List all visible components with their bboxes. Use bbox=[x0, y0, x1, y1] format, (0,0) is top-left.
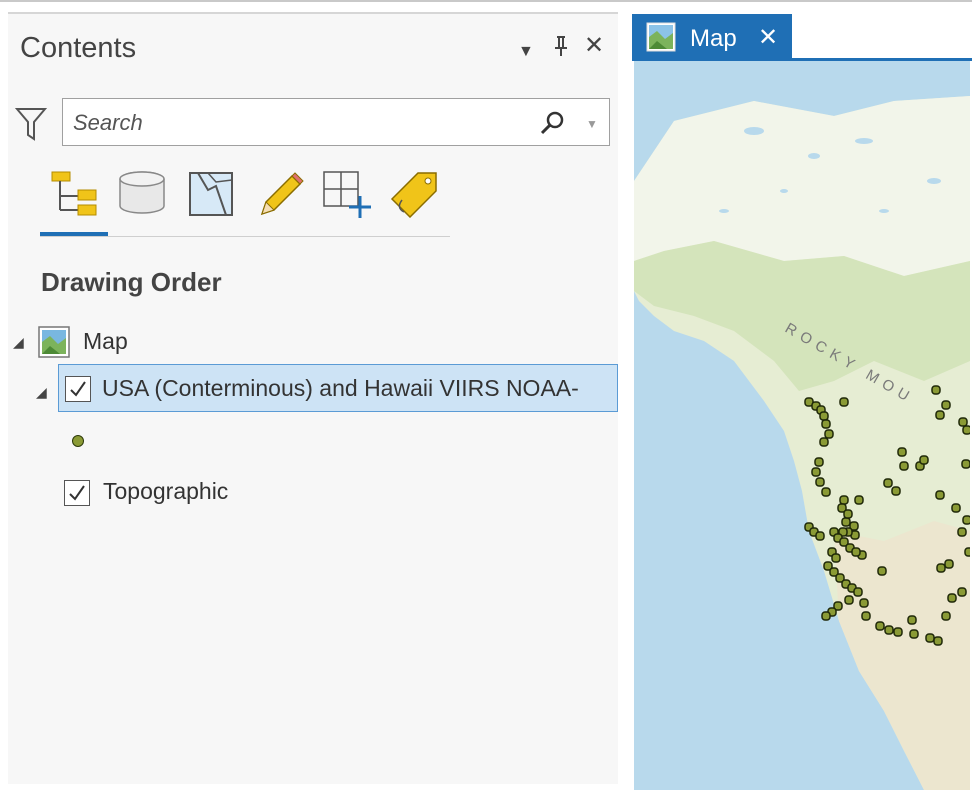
viirs-point bbox=[933, 636, 943, 646]
viirs-point bbox=[814, 457, 824, 467]
pencil-icon bbox=[260, 172, 304, 216]
viirs-point bbox=[947, 593, 957, 603]
drawing-order-icon bbox=[51, 171, 97, 216]
viirs-point bbox=[957, 527, 967, 537]
viirs-point bbox=[815, 531, 825, 541]
viirs-point bbox=[962, 515, 970, 525]
viirs-point bbox=[821, 611, 831, 621]
selection-icon bbox=[189, 172, 233, 216]
viirs-point bbox=[819, 437, 829, 447]
point-symbol-swatch bbox=[72, 435, 84, 447]
viirs-point bbox=[841, 517, 851, 527]
list-by-snapping-button[interactable] bbox=[322, 170, 378, 218]
layer-label-usa-viirs: USA (Conterminous) and Hawaii VIIRS NOAA… bbox=[102, 375, 579, 401]
layer-label-topographic[interactable]: Topographic bbox=[103, 478, 228, 505]
viirs-point bbox=[883, 478, 893, 488]
viirs-point bbox=[891, 486, 901, 496]
viirs-point bbox=[909, 629, 919, 639]
viirs-point bbox=[831, 553, 841, 563]
viirs-point bbox=[936, 563, 946, 573]
viirs-point bbox=[859, 598, 869, 608]
viirs-point bbox=[875, 621, 885, 631]
collapse-map-toggle[interactable]: ◢ bbox=[13, 334, 24, 351]
view-toolbar-divider bbox=[40, 236, 450, 237]
viirs-point bbox=[935, 410, 945, 420]
viirs-point bbox=[839, 397, 849, 407]
viirs-point bbox=[958, 417, 968, 427]
section-title-drawing-order: Drawing Order bbox=[41, 267, 222, 297]
viirs-point bbox=[899, 461, 909, 471]
search-input[interactable] bbox=[71, 107, 525, 139]
layer-topographic-visibility-checkbox[interactable] bbox=[64, 480, 90, 506]
map-tab-icon bbox=[646, 22, 676, 52]
lake bbox=[927, 178, 941, 184]
list-by-selection-button[interactable] bbox=[186, 170, 242, 218]
viirs-point bbox=[844, 595, 854, 605]
pane-options-dropdown-icon[interactable]: ▼ bbox=[518, 40, 534, 64]
snapping-icon bbox=[323, 171, 371, 218]
viirs-point bbox=[907, 615, 917, 625]
window-top-border bbox=[0, 0, 972, 2]
list-by-editing-button[interactable] bbox=[254, 170, 310, 218]
viirs-point bbox=[957, 587, 967, 597]
viirs-point bbox=[853, 587, 863, 597]
viirs-point bbox=[821, 419, 831, 429]
lake bbox=[855, 138, 873, 144]
viirs-point bbox=[897, 447, 907, 457]
search-options-chevron-icon[interactable]: ▼ bbox=[586, 117, 598, 131]
viirs-point bbox=[884, 625, 894, 635]
label-tag-icon bbox=[390, 172, 437, 219]
viirs-point bbox=[919, 455, 929, 465]
tree-item-map[interactable]: Map bbox=[83, 328, 128, 355]
list-by-data-source-button[interactable] bbox=[114, 170, 170, 218]
layer-usa-visibility-checkbox[interactable] bbox=[65, 376, 91, 402]
viirs-point bbox=[854, 495, 864, 505]
viirs-point bbox=[861, 611, 871, 621]
viirs-point bbox=[925, 633, 935, 643]
filter-icon[interactable] bbox=[14, 107, 48, 146]
viirs-point bbox=[851, 547, 861, 557]
contents-pane: Contents ▼ ✕ ▼ bbox=[8, 12, 618, 784]
close-pane-icon[interactable]: ✕ bbox=[584, 34, 604, 58]
map-icon bbox=[38, 326, 70, 358]
viirs-point bbox=[893, 627, 903, 637]
lake bbox=[879, 209, 889, 213]
map-pane: Map ✕ ROCKY MOU bbox=[632, 12, 972, 790]
map-tab-close-icon[interactable]: ✕ bbox=[758, 23, 778, 52]
map-tab-label: Map bbox=[690, 25, 737, 52]
list-by-drawing-order-button[interactable] bbox=[46, 170, 102, 218]
map-canvas[interactable]: ROCKY MOU bbox=[634, 61, 970, 790]
database-icon bbox=[119, 171, 165, 214]
lake bbox=[686, 98, 702, 104]
pin-icon[interactable] bbox=[552, 34, 570, 63]
viirs-point bbox=[964, 547, 970, 557]
viirs-point bbox=[941, 400, 951, 410]
lake bbox=[719, 209, 729, 213]
viirs-point bbox=[877, 566, 887, 576]
viirs-point bbox=[824, 429, 834, 439]
list-by-labeling-button[interactable] bbox=[390, 170, 446, 219]
viirs-point bbox=[961, 459, 970, 469]
viirs-point bbox=[931, 385, 941, 395]
layer-row-usa-viirs[interactable]: USA (Conterminous) and Hawaii VIIRS NOAA… bbox=[58, 364, 618, 412]
lake bbox=[744, 127, 764, 135]
viirs-point bbox=[962, 425, 970, 435]
viirs-point bbox=[941, 611, 951, 621]
collapse-layer-usa-toggle[interactable]: ◢ bbox=[36, 384, 47, 401]
viirs-point bbox=[935, 490, 945, 500]
lake bbox=[780, 189, 788, 193]
viirs-point bbox=[843, 509, 853, 519]
viirs-point bbox=[811, 467, 821, 477]
viirs-point bbox=[839, 495, 849, 505]
lake bbox=[808, 153, 820, 159]
viirs-point bbox=[951, 503, 961, 513]
viirs-point bbox=[815, 477, 825, 487]
viirs-point bbox=[944, 559, 954, 569]
search-icon[interactable] bbox=[539, 109, 567, 142]
pane-title: Contents bbox=[20, 32, 137, 64]
viirs-point bbox=[819, 411, 829, 421]
search-box[interactable]: ▼ bbox=[62, 98, 610, 146]
tab-map[interactable]: Map ✕ bbox=[632, 14, 792, 58]
viirs-point bbox=[821, 487, 831, 497]
